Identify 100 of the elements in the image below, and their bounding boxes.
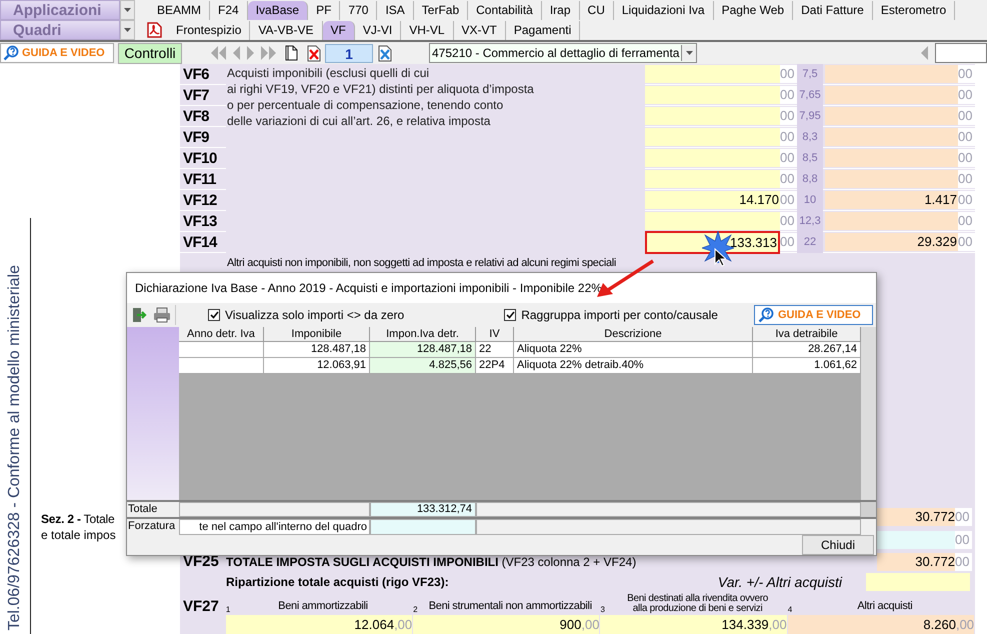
tax-field[interactable] [825, 86, 958, 104]
caret-down-icon [686, 51, 693, 55]
table-cell: 12.063,91 [264, 358, 370, 374]
previous-page-icon[interactable] [232, 45, 241, 61]
row-label: TOTALE IMPOSTA SUGLI ACQUISTI IMPONIBILI (VF23 colonna 2 + VF24) [226, 554, 636, 571]
tax-field[interactable] [825, 128, 958, 146]
page-number-field[interactable]: 1 [325, 44, 373, 62]
checkmark-icon [210, 310, 218, 319]
amount-field[interactable]: 8.260,00 [788, 615, 974, 634]
cents-text: 00 [958, 191, 975, 209]
row-code: VF11 [180, 169, 226, 190]
table-cell: 128.487,18 [370, 342, 476, 358]
amount-field[interactable]: 900,00 [413, 615, 600, 634]
rate-text: 7,5 [797, 64, 823, 84]
taxable-field[interactable] [645, 149, 780, 167]
cents-text: 00 [958, 149, 975, 167]
variation-field[interactable] [866, 573, 970, 591]
tax-field[interactable] [825, 65, 958, 83]
rate-text: 8,5 [797, 148, 823, 168]
row-label: Totale [127, 502, 158, 517]
tax-field[interactable] [825, 149, 958, 167]
section-title: Sez. 2 - Totale [41, 511, 114, 528]
activity-dropdown[interactable]: 475210 - Commercio al dettaglio di ferramenta [429, 43, 698, 63]
column-number: 2 [413, 605, 419, 614]
row-code: VF9 [180, 127, 226, 148]
taxable-field[interactable] [645, 65, 780, 83]
total-cell: 133.312,74 [370, 502, 476, 517]
new-page-icon[interactable] [285, 45, 298, 61]
cents-text: 00 [958, 212, 975, 230]
export-icon[interactable] [131, 306, 147, 323]
table-cell: 22P4 [476, 358, 514, 374]
total-field[interactable]: 30.772 [877, 553, 955, 571]
cents-text: 00 [780, 128, 797, 146]
field-label: Var. +/- Altri acquisti [718, 572, 842, 592]
close-button[interactable]: Chiudi [802, 535, 874, 555]
last-page-icon[interactable] [260, 45, 277, 61]
cursor-icon [714, 248, 726, 267]
taxable-field[interactable] [645, 128, 780, 146]
rate-text: 12,3 [797, 210, 823, 232]
column-label: Beni destinati alla rivendita ovvero alla produzione di beni e servizi [626, 594, 770, 614]
cents-text: 00 [780, 212, 797, 230]
table-cell: te nel campo all'interno del quadro [179, 519, 370, 535]
checkbox-label: Visualizza solo importi <> da zero [225, 306, 404, 324]
controls-button[interactable]: Controlli [118, 42, 182, 64]
vertical-caption: Tel.06/97626328 - Conforme al modello ministeriale [5, 265, 24, 631]
pdf-icon[interactable] [147, 22, 162, 38]
tax-field[interactable] [825, 107, 958, 125]
printer-icon[interactable] [153, 306, 171, 323]
caret-down-icon [124, 28, 131, 32]
tax-field[interactable]: 1.417 [825, 191, 958, 209]
caret-down-icon [124, 8, 131, 12]
dropdown-button[interactable] [120, 20, 135, 40]
table-cell: 4.825,56 [370, 358, 476, 374]
cents-text: 00 [780, 149, 797, 167]
column-number: 1 [226, 605, 232, 614]
table-cell: 22 [476, 342, 514, 358]
taxable-field[interactable]: 14.170 [645, 191, 780, 209]
first-page-icon[interactable] [210, 45, 227, 61]
cents-text: 00 [958, 170, 975, 188]
amount-field[interactable]: 12.064,00 [226, 615, 412, 634]
previous-icon[interactable] [920, 45, 929, 61]
dropdown-button[interactable] [120, 0, 135, 20]
total-field[interactable]: 30.772 [877, 508, 955, 526]
cents-text: 00 [958, 233, 975, 251]
cents-text: 00 [780, 191, 797, 209]
row-code: VF6 [180, 64, 226, 85]
delete-page-icon[interactable] [307, 44, 322, 62]
checkbox-label: Raggruppa importi per conto/causale [521, 306, 718, 324]
amount-field[interactable]: 134.339,00 [600, 615, 787, 634]
row-label: Forzatura [127, 519, 176, 534]
cents-text: 00 [955, 553, 972, 571]
checkbox[interactable] [504, 308, 516, 321]
column-number: 4 [788, 605, 794, 614]
cents-text: 00 [958, 86, 975, 104]
cents-text: 00 [780, 170, 797, 188]
search-help-icon [758, 306, 774, 323]
tax-field[interactable]: 29.329 [825, 233, 958, 251]
override-field[interactable] [370, 519, 476, 535]
table-cell: 1.061,62 [753, 358, 861, 374]
search-field[interactable] [935, 43, 987, 63]
row-code: VF13 [180, 211, 226, 232]
rate-text: 22 [797, 232, 823, 252]
taxable-field[interactable] [645, 212, 780, 230]
tax-field[interactable] [825, 170, 958, 188]
taxable-field[interactable] [645, 170, 780, 188]
delete-page-icon[interactable] [378, 44, 393, 62]
row-code: VF10 [180, 148, 226, 169]
scrollbar[interactable] [861, 326, 876, 500]
tab[interactable]: IvaBase [248, 1, 308, 20]
taxable-field[interactable] [645, 86, 780, 104]
section-title: Ripartizione totale acquisti (rigo VF23): [226, 574, 449, 591]
column-label: Beni ammortizzabili [277, 599, 369, 614]
rate-text: 8,3 [797, 126, 823, 148]
tab[interactable]: VF [322, 21, 355, 40]
amount-field[interactable] [877, 531, 955, 549]
tax-field[interactable] [825, 212, 958, 230]
taxable-field[interactable] [645, 107, 780, 125]
column-number: 3 [600, 605, 606, 614]
next-page-icon[interactable] [246, 45, 255, 61]
checkbox[interactable] [208, 308, 220, 321]
